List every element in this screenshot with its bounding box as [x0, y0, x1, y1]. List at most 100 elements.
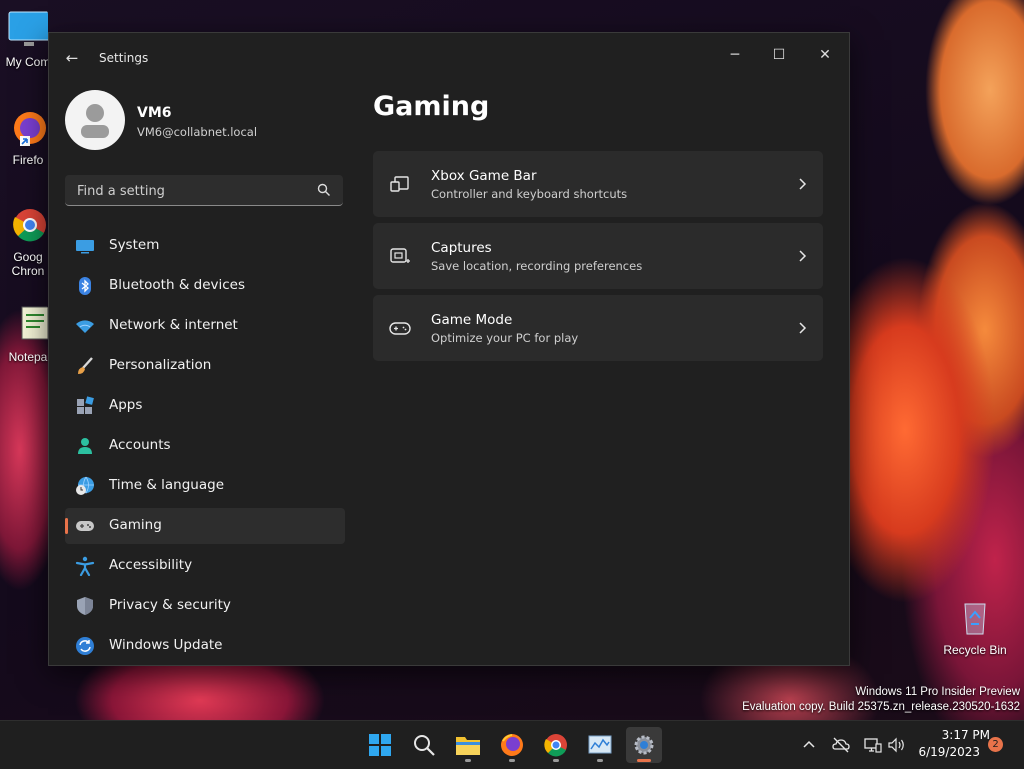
sidebar-item-label: Gaming — [109, 517, 162, 533]
chevron-up-icon[interactable] — [799, 735, 819, 755]
card-title: Game Mode — [431, 312, 513, 328]
onedrive-offline-icon[interactable] — [831, 735, 851, 755]
card-subtitle: Save location, recording preferences — [431, 259, 643, 273]
back-button[interactable]: ← — [61, 47, 83, 69]
sidebar-item-label: System — [109, 237, 160, 253]
sidebar-item-label: Windows Update — [109, 637, 223, 653]
recycle-bin-icon — [964, 603, 986, 635]
running-indicator — [509, 759, 515, 762]
game-bar-icon — [390, 176, 409, 192]
taskbar-start-button[interactable] — [362, 727, 398, 763]
sidebar-item-accessibility[interactable]: Accessibility — [65, 548, 345, 584]
bluetooth-icon — [79, 277, 91, 295]
sidebar-item-label: Network & internet — [109, 317, 238, 333]
chevron-right-icon — [799, 322, 807, 334]
sidebar-item-label: Time & language — [109, 477, 225, 493]
update-icon — [76, 637, 94, 655]
desktop-icon-notepad[interactable]: Notepa — [2, 305, 54, 364]
wifi-icon — [76, 320, 94, 333]
maximize-icon: ☐ — [772, 47, 786, 63]
system-icon — [76, 240, 94, 254]
watermark-edition: Windows 11 Pro Insider Preview — [855, 686, 1020, 698]
sidebar-item-personalization[interactable]: Personalization — [65, 348, 345, 384]
sidebar-item-bluetooth[interactable]: Bluetooth & devices — [65, 268, 345, 304]
sidebar-item-network[interactable]: Network & internet — [65, 308, 345, 344]
desktop-icon-label: Goog Chron — [11, 250, 45, 278]
settings-icon — [634, 735, 654, 755]
running-indicator — [465, 759, 471, 762]
watermark-build: Evaluation copy. Build 25375.zn_release.… — [742, 701, 1020, 713]
card-xbox-game-bar[interactable]: Xbox Game Bar Controller and keyboard sh… — [373, 151, 823, 217]
capture-icon — [390, 248, 410, 263]
sidebar-item-label: Privacy & security — [109, 597, 231, 613]
desktop-icon-chrome[interactable]: Goog Chron — [2, 205, 54, 278]
shield-icon — [77, 597, 93, 615]
chrome-icon — [13, 209, 46, 242]
card-game-mode[interactable]: Game Mode Optimize your PC for play — [373, 295, 823, 361]
page-title: Gaming — [373, 91, 490, 122]
taskbar-search-button[interactable] — [406, 727, 442, 763]
sidebar-nav: System Bluetooth & devices Network & int… — [65, 228, 345, 665]
taskbar-file-explorer[interactable] — [450, 727, 486, 763]
minimize-icon: ─ — [730, 47, 740, 63]
sidebar-item-label: Accounts — [109, 437, 171, 453]
gamepad-icon — [76, 521, 94, 531]
sidebar-item-apps[interactable]: Apps — [65, 388, 345, 424]
user-avatar-icon — [81, 104, 109, 138]
desktop-icon-recycle-bin[interactable]: Recycle Bin — [942, 598, 1008, 657]
card-title: Xbox Game Bar — [431, 168, 537, 184]
desktop-icon-label: Recycle Bin — [943, 643, 1007, 657]
computer-icon — [8, 11, 54, 46]
network-icon[interactable] — [863, 735, 883, 755]
profile-email: VM6@collabnet.local — [137, 125, 258, 139]
sidebar-item-time-language[interactable]: Time & language — [65, 468, 345, 504]
card-subtitle: Optimize your PC for play — [431, 331, 579, 345]
title-bar[interactable]: ← Settings ─ ☐ ✕ — [49, 33, 849, 83]
sidebar-item-gaming[interactable]: Gaming — [65, 508, 345, 544]
back-arrow-icon: ← — [65, 49, 79, 67]
running-indicator — [553, 759, 559, 762]
desktop-icon-my-computer[interactable]: My Com — [2, 10, 54, 69]
sidebar-item-system[interactable]: System — [65, 228, 345, 264]
clock-date[interactable]: 6/19/2023 — [910, 745, 980, 759]
sidebar-item-label: Bluetooth & devices — [109, 277, 246, 293]
taskbar-settings[interactable] — [626, 727, 662, 763]
settings-search — [65, 175, 343, 206]
sidebar-item-windows-update[interactable]: Windows Update — [65, 628, 345, 664]
close-icon: ✕ — [819, 47, 831, 63]
chrome-icon — [544, 734, 567, 757]
task-manager-icon — [588, 735, 612, 754]
notepad-icon — [21, 306, 49, 340]
sidebar-item-privacy-security[interactable]: Privacy & security — [65, 588, 345, 624]
sidebar-item-accounts[interactable]: Accounts — [65, 428, 345, 464]
taskbar-task-manager[interactable] — [582, 727, 618, 763]
firefox-icon — [14, 112, 46, 146]
desktop-icon-firefox[interactable]: Firefo — [2, 108, 54, 167]
maximize-button[interactable]: ☐ — [757, 39, 801, 71]
avatar[interactable] — [65, 90, 125, 150]
desktop-icon-label: Firefo — [12, 153, 44, 167]
window-title: Settings — [99, 51, 149, 65]
brush-icon — [78, 357, 93, 374]
running-indicator — [637, 759, 651, 762]
start-icon — [369, 734, 391, 756]
notification-badge[interactable]: 2 — [988, 737, 1003, 752]
globe-clock-icon — [76, 476, 94, 495]
taskbar — [0, 720, 1024, 769]
volume-icon[interactable] — [887, 735, 907, 755]
clock-time[interactable]: 3:17 PM — [920, 728, 990, 742]
card-title: Captures — [431, 240, 492, 256]
chevron-right-icon — [799, 250, 807, 262]
card-captures[interactable]: Captures Save location, recording prefer… — [373, 223, 823, 289]
taskbar-chrome[interactable] — [538, 727, 574, 763]
desktop-icon-label: Notepa — [8, 350, 48, 364]
close-button[interactable]: ✕ — [803, 39, 847, 71]
minimize-button[interactable]: ─ — [713, 39, 757, 71]
profile-name: VM6 — [137, 105, 172, 121]
search-icon[interactable] — [317, 183, 331, 197]
file-explorer-icon — [456, 737, 480, 755]
desktop-icon-label: My Com — [5, 55, 51, 69]
accessibility-icon — [75, 556, 95, 576]
taskbar-firefox[interactable] — [494, 727, 530, 763]
search-input[interactable] — [75, 179, 309, 203]
